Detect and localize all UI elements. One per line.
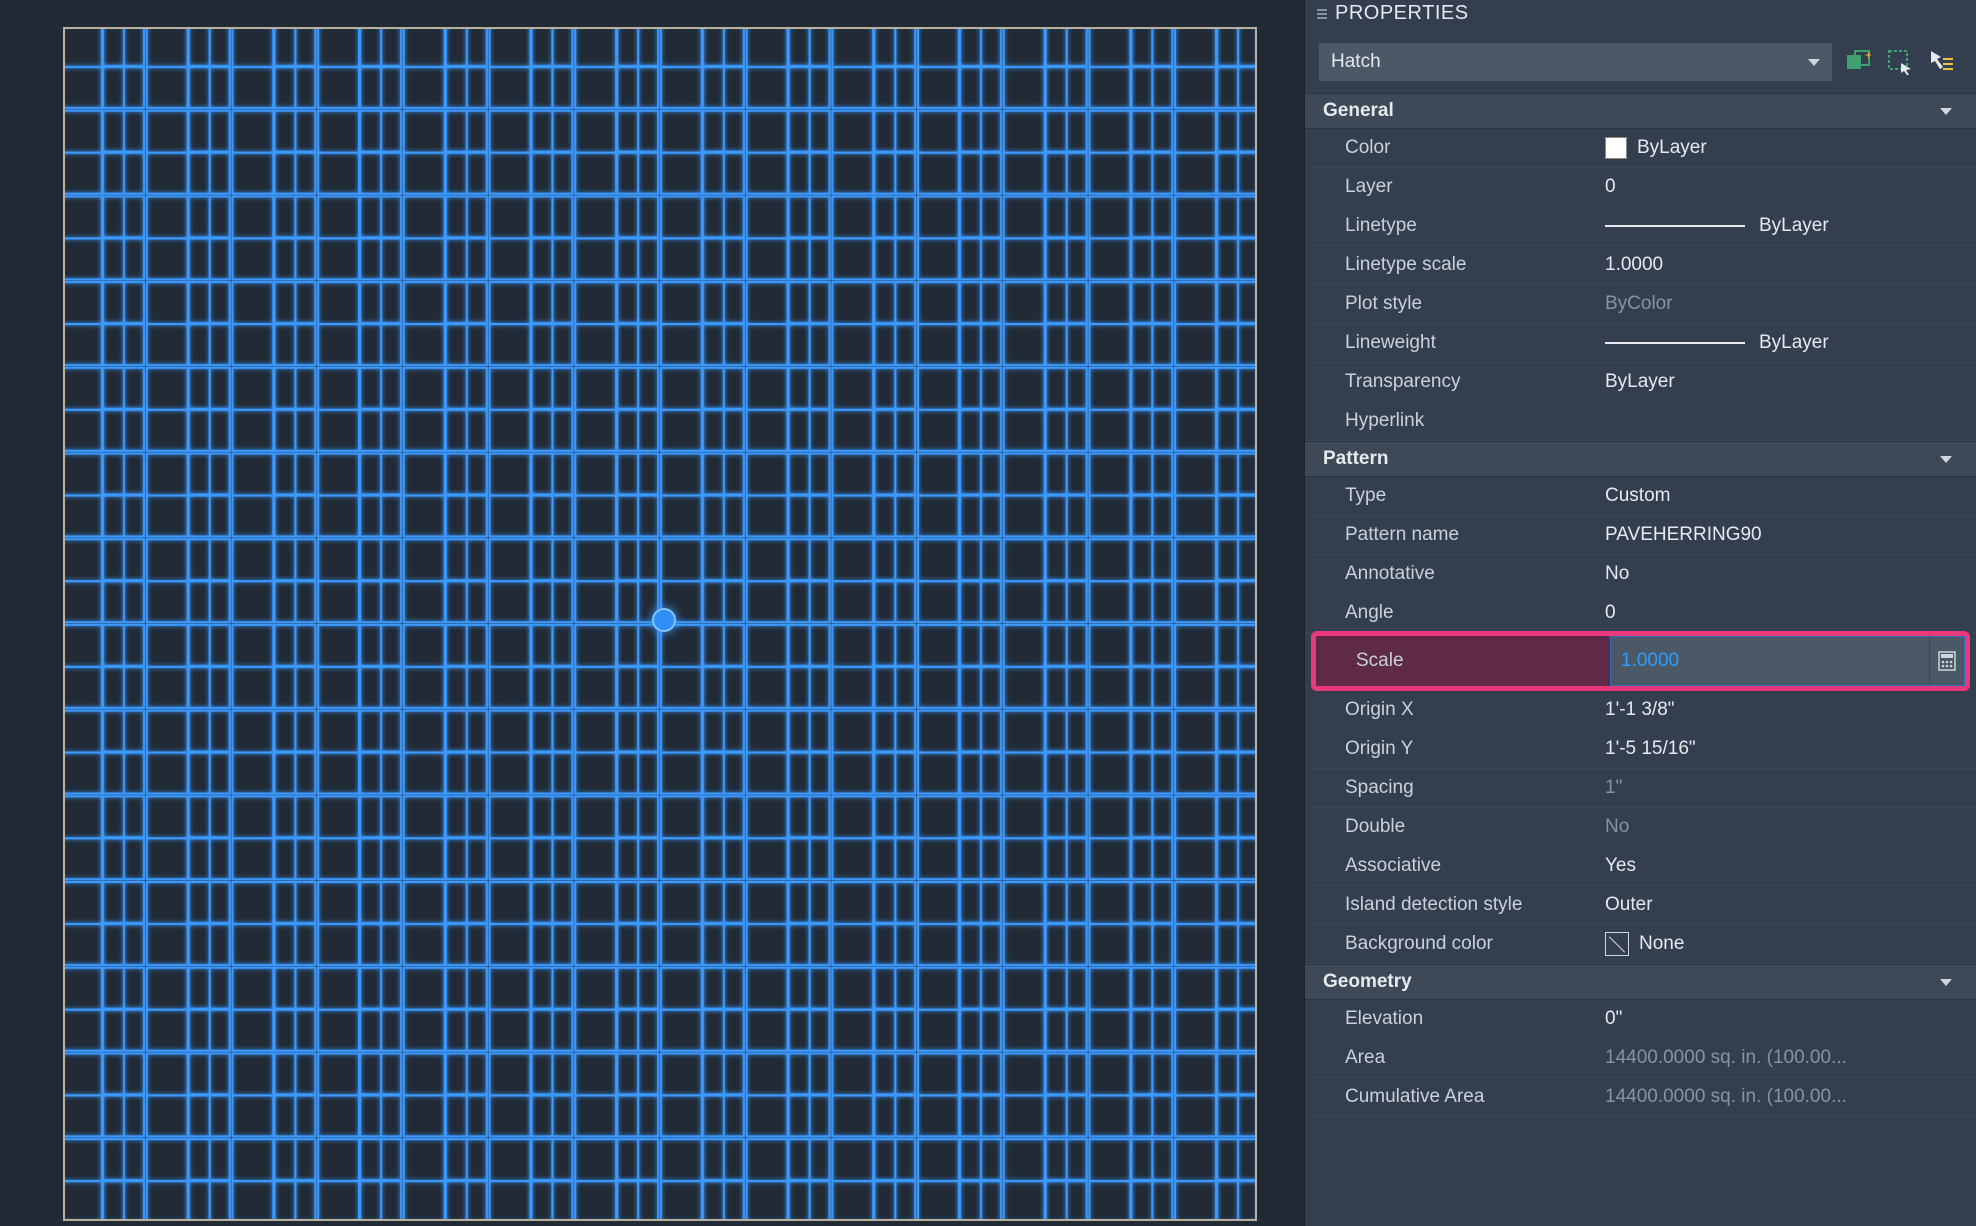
object-type-select[interactable]: Hatch	[1319, 43, 1832, 81]
linetype-preview-icon	[1605, 225, 1745, 227]
prop-background-color[interactable]: Background color None	[1305, 925, 1976, 964]
prop-associative[interactable]: Associative Yes	[1305, 847, 1976, 886]
drawing-canvas[interactable]	[0, 0, 1304, 1226]
select-objects-icon[interactable]	[1886, 48, 1914, 76]
prop-linetype[interactable]: Linetype ByLayer	[1305, 207, 1976, 246]
section-geometry-header[interactable]: Geometry	[1305, 964, 1976, 1000]
quickcalc-button[interactable]	[1929, 637, 1964, 685]
selection-grip[interactable]	[652, 608, 676, 632]
panel-title: PROPERTIES	[1335, 2, 1469, 25]
prop-linetype-scale[interactable]: Linetype scale 1.0000	[1305, 246, 1976, 285]
chevron-down-icon	[1940, 456, 1952, 463]
prop-cumulative-area: Cumulative Area 14400.0000 sq. in. (100.…	[1305, 1078, 1976, 1117]
panel-body: General Color ByLayer Layer 0 Linetype B…	[1305, 93, 1976, 1226]
prop-scale[interactable]: Scale	[1316, 636, 1965, 686]
prop-lineweight[interactable]: Lineweight ByLayer	[1305, 324, 1976, 363]
section-general-header[interactable]: General	[1305, 93, 1976, 129]
chevron-down-icon	[1940, 108, 1952, 115]
svg-text:+: +	[1865, 49, 1871, 62]
prop-transparency[interactable]: Transparency ByLayer	[1305, 363, 1976, 402]
prop-hyperlink[interactable]: Hyperlink	[1305, 402, 1976, 441]
prop-annotative[interactable]: Annotative No	[1305, 555, 1976, 594]
calculator-icon	[1938, 651, 1956, 671]
section-pattern-header[interactable]: Pattern	[1305, 441, 1976, 477]
quick-select-icon[interactable]	[1928, 48, 1956, 76]
prop-angle[interactable]: Angle 0	[1305, 594, 1976, 633]
panel-header: PROPERTIES	[1305, 0, 1976, 31]
prop-spacing: Spacing 1"	[1305, 769, 1976, 808]
lineweight-preview-icon	[1605, 342, 1745, 344]
panel-toolbar: Hatch +	[1305, 31, 1976, 93]
chevron-down-icon	[1808, 59, 1820, 66]
prop-area: Area 14400.0000 sq. in. (100.00...	[1305, 1039, 1976, 1078]
object-type-value: Hatch	[1331, 51, 1381, 73]
color-swatch-icon	[1605, 137, 1627, 159]
prop-double: Double No	[1305, 808, 1976, 847]
none-swatch-icon	[1605, 932, 1629, 956]
toggle-pickadd-icon[interactable]: +	[1844, 48, 1872, 76]
prop-layer[interactable]: Layer 0	[1305, 168, 1976, 207]
scale-input[interactable]	[1611, 637, 1929, 685]
highlighted-scale-row: Scale	[1311, 631, 1970, 691]
chevron-down-icon	[1940, 979, 1952, 986]
prop-color[interactable]: Color ByLayer	[1305, 129, 1976, 168]
prop-plot-style: Plot style ByColor	[1305, 285, 1976, 324]
properties-panel: PROPERTIES Hatch + Gener	[1304, 0, 1976, 1226]
prop-pattern-name[interactable]: Pattern name PAVEHERRING90	[1305, 516, 1976, 555]
prop-island-detection[interactable]: Island detection style Outer	[1305, 886, 1976, 925]
prop-origin-y[interactable]: Origin Y 1'-5 15/16"	[1305, 730, 1976, 769]
prop-origin-x[interactable]: Origin X 1'-1 3/8"	[1305, 691, 1976, 730]
prop-elevation[interactable]: Elevation 0"	[1305, 1000, 1976, 1039]
prop-pattern-type[interactable]: Type Custom	[1305, 477, 1976, 516]
panel-grip-icon[interactable]	[1317, 9, 1327, 19]
